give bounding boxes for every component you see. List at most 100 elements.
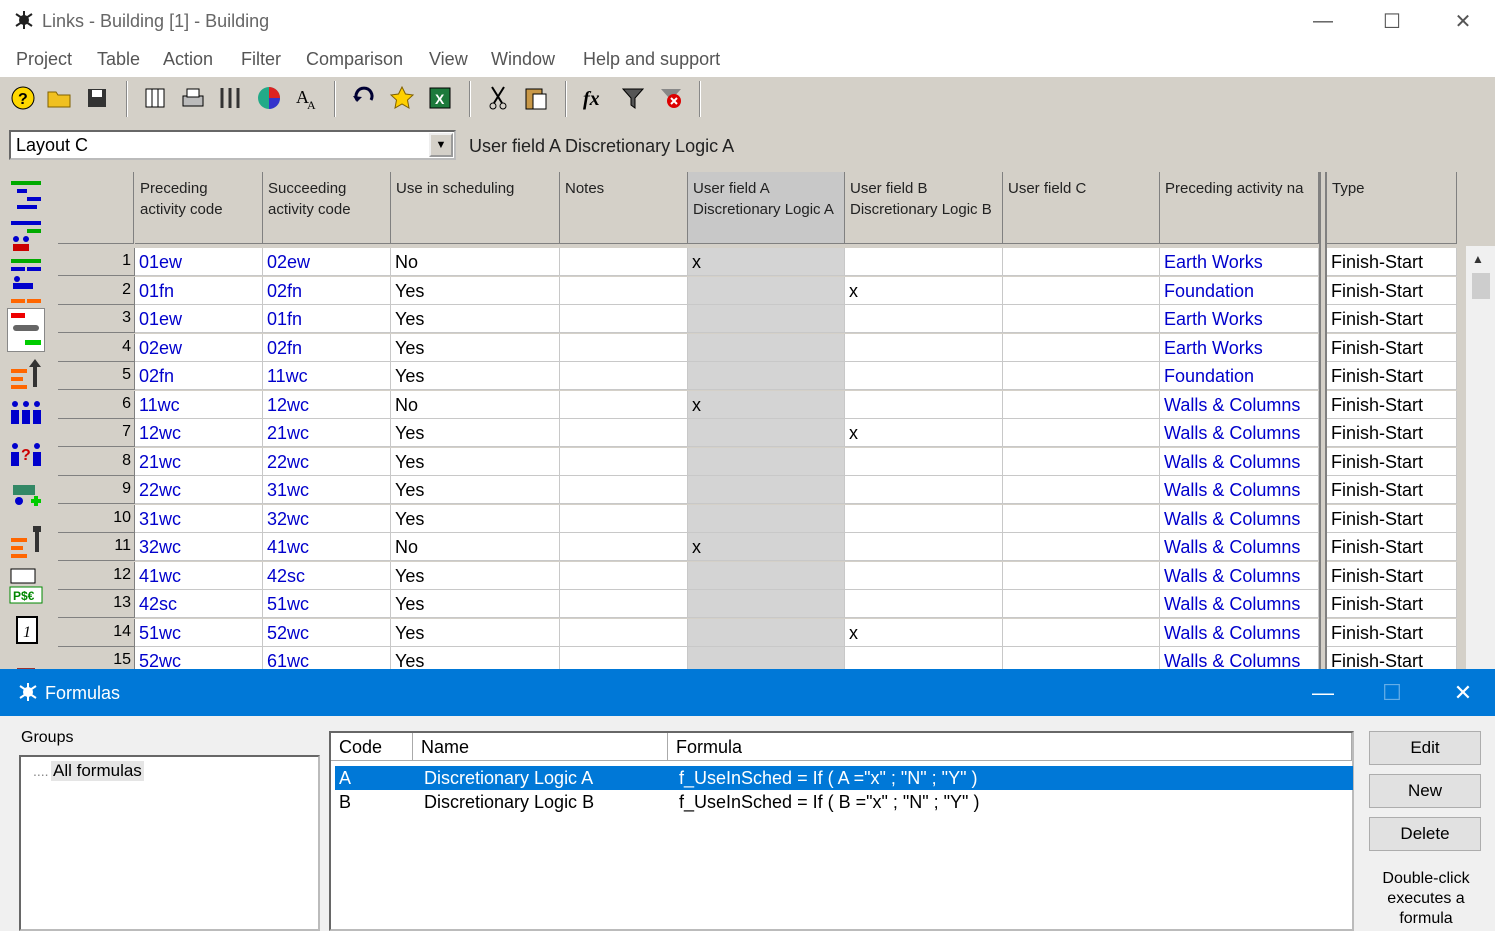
user-field-b-cell[interactable]: x: [845, 276, 1003, 305]
preceding-code-cell[interactable]: 01ew: [135, 305, 263, 333]
preceding-code-cell[interactable]: 02fn: [135, 362, 263, 390]
user-field-a-cell[interactable]: [688, 647, 845, 670]
user-field-a-cell[interactable]: [688, 561, 845, 590]
column-header-preceding-code[interactable]: Preceding activity code: [135, 172, 263, 244]
preceding-code-cell[interactable]: 11wc: [135, 390, 263, 419]
succeeding-code-cell[interactable]: 61wc: [263, 647, 391, 670]
type-cell[interactable]: Finish-Start: [1327, 447, 1457, 476]
activities-tree-icon[interactable]: [7, 176, 45, 212]
type-cell[interactable]: Finish-Start: [1327, 618, 1457, 647]
use-in-scheduling-cell[interactable]: Yes: [391, 504, 560, 533]
scrollbar-thumb[interactable]: [1472, 273, 1490, 299]
close-button[interactable]: ✕: [1440, 0, 1486, 42]
succeeding-code-cell[interactable]: 02fn: [263, 276, 391, 305]
user-field-c-cell[interactable]: [1003, 333, 1160, 362]
type-cell[interactable]: Finish-Start: [1327, 390, 1457, 419]
column-header-formula[interactable]: Formula: [668, 733, 1352, 761]
use-in-scheduling-cell[interactable]: Yes: [391, 561, 560, 590]
type-cell[interactable]: Finish-Start: [1327, 419, 1457, 447]
columns-icon[interactable]: [140, 83, 170, 113]
user-field-a-cell[interactable]: [688, 447, 845, 476]
open-folder-icon[interactable]: [45, 83, 75, 113]
preceding-code-cell[interactable]: 52wc: [135, 647, 263, 670]
row-number[interactable]: 15: [58, 647, 135, 670]
user-field-a-cell[interactable]: x: [688, 533, 845, 561]
notes-cell[interactable]: [560, 618, 688, 647]
column-header-notes[interactable]: Notes: [560, 172, 688, 244]
use-in-scheduling-cell[interactable]: Yes: [391, 647, 560, 670]
menu-help-and-support[interactable]: Help and support: [583, 49, 720, 70]
notes-cell[interactable]: [560, 647, 688, 670]
user-field-b-cell[interactable]: [845, 647, 1003, 670]
use-in-scheduling-cell[interactable]: Yes: [391, 618, 560, 647]
row-number[interactable]: 5: [58, 362, 135, 390]
menu-comparison[interactable]: Comparison: [306, 49, 403, 70]
row-number[interactable]: 3: [58, 305, 135, 333]
menu-table[interactable]: Table: [97, 49, 140, 70]
help-icon[interactable]: ?: [8, 83, 38, 113]
row-number[interactable]: 8: [58, 447, 135, 476]
sort-links-icon[interactable]: [7, 356, 45, 392]
resources-icon[interactable]: [7, 218, 45, 254]
user-field-a-cell[interactable]: [688, 305, 845, 333]
row-number[interactable]: 9: [58, 476, 135, 504]
row-number[interactable]: 2: [58, 276, 135, 305]
preceding-code-cell[interactable]: 21wc: [135, 447, 263, 476]
succeeding-code-cell[interactable]: 01fn: [263, 305, 391, 333]
user-field-a-cell[interactable]: [688, 333, 845, 362]
preceding-name-cell[interactable]: Walls & Columns: [1160, 390, 1319, 419]
use-in-scheduling-cell[interactable]: Yes: [391, 305, 560, 333]
notes-cell[interactable]: [560, 248, 688, 276]
column-header-user-field-b[interactable]: User field B Discretionary Logic B: [845, 172, 1003, 244]
notes-cell[interactable]: [560, 305, 688, 333]
star-icon[interactable]: [387, 83, 417, 113]
use-in-scheduling-cell[interactable]: Yes: [391, 590, 560, 618]
menu-window[interactable]: Window: [491, 49, 555, 70]
preceding-name-cell[interactable]: Earth Works: [1160, 248, 1319, 276]
user-field-c-cell[interactable]: [1003, 504, 1160, 533]
user-field-a-cell[interactable]: [688, 419, 845, 447]
menu-action[interactable]: Action: [163, 49, 213, 70]
sort-bars-icon[interactable]: [7, 523, 45, 559]
column-header-type[interactable]: Type: [1327, 172, 1457, 244]
use-in-scheduling-cell[interactable]: Yes: [391, 419, 560, 447]
use-in-scheduling-cell[interactable]: No: [391, 533, 560, 561]
formula-row[interactable]: A Discretionary Logic A f_UseInSched = I…: [335, 766, 1353, 790]
user-field-b-cell[interactable]: [845, 333, 1003, 362]
resource-question-icon[interactable]: ?: [7, 436, 45, 472]
type-cell[interactable]: Finish-Start: [1327, 647, 1457, 670]
user-field-a-cell[interactable]: [688, 590, 845, 618]
preceding-name-cell[interactable]: Walls & Columns: [1160, 447, 1319, 476]
use-in-scheduling-cell[interactable]: Yes: [391, 276, 560, 305]
notes-cell[interactable]: [560, 362, 688, 390]
user-field-c-cell[interactable]: [1003, 561, 1160, 590]
bars-icon[interactable]: [7, 256, 45, 292]
preceding-name-cell[interactable]: Walls & Columns: [1160, 419, 1319, 447]
user-field-a-cell[interactable]: [688, 476, 845, 504]
type-cell[interactable]: Finish-Start: [1327, 561, 1457, 590]
preceding-name-cell[interactable]: Walls & Columns: [1160, 476, 1319, 504]
preceding-name-cell[interactable]: Walls & Columns: [1160, 533, 1319, 561]
delete-button[interactable]: Delete: [1369, 817, 1481, 851]
excel-icon[interactable]: X: [425, 83, 455, 113]
type-cell[interactable]: Finish-Start: [1327, 333, 1457, 362]
row-number[interactable]: 4: [58, 333, 135, 362]
new-button[interactable]: New: [1369, 774, 1481, 808]
use-in-scheduling-cell[interactable]: Yes: [391, 476, 560, 504]
user-field-b-cell[interactable]: [845, 305, 1003, 333]
preceding-code-cell[interactable]: 41wc: [135, 561, 263, 590]
preceding-code-cell[interactable]: 32wc: [135, 533, 263, 561]
user-field-c-cell[interactable]: [1003, 618, 1160, 647]
succeeding-code-cell[interactable]: 41wc: [263, 533, 391, 561]
user-field-a-cell[interactable]: [688, 504, 845, 533]
row-number[interactable]: 6: [58, 390, 135, 419]
notes-cell[interactable]: [560, 533, 688, 561]
user-field-c-cell[interactable]: [1003, 248, 1160, 276]
user-field-a-cell[interactable]: [688, 618, 845, 647]
preceding-name-cell[interactable]: Earth Works: [1160, 333, 1319, 362]
add-resource-icon[interactable]: [7, 478, 45, 514]
user-field-b-cell[interactable]: [845, 248, 1003, 276]
formulas-maximize-button[interactable]: ☐: [1369, 669, 1415, 716]
succeeding-code-cell[interactable]: 32wc: [263, 504, 391, 533]
user-field-b-cell[interactable]: x: [845, 618, 1003, 647]
